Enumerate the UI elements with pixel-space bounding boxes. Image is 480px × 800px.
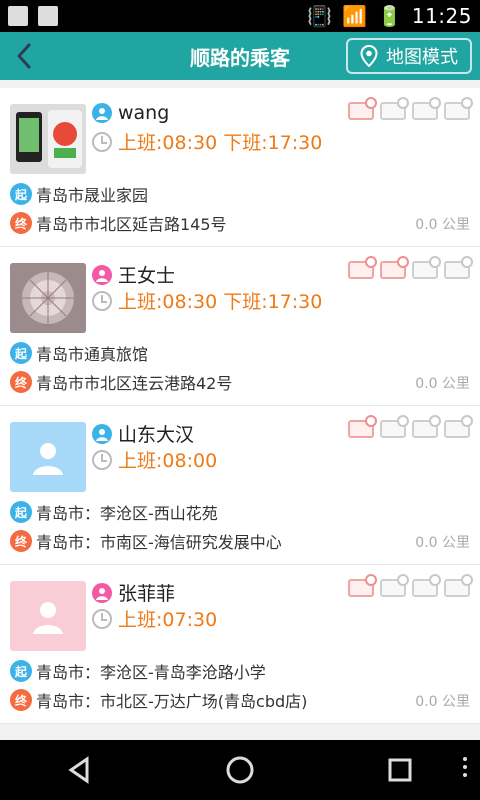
start-pin-icon: 起 (10, 183, 32, 205)
start-pin-icon: 起 (10, 501, 32, 523)
clock-time: 11:25 (411, 4, 472, 28)
commute-time: 上班:07:30 (118, 609, 218, 631)
android-navigation-bar (0, 740, 480, 800)
passenger-card[interactable]: 王女士 上班:08:30 下班:17:30 起 青岛市通真旅馆 终 青岛市市北区… (0, 247, 480, 406)
avatar[interactable] (10, 104, 86, 174)
user-icon (92, 582, 112, 603)
start-address-row: 起 青岛市：李沧区-西山花苑 (10, 500, 218, 524)
title-bar: 顺路的乘客 地图模式 (0, 32, 480, 80)
driver-license-icon (412, 415, 441, 438)
start-address-row: 起 青岛市晟业家园 (10, 182, 148, 206)
car-icon (444, 97, 473, 120)
phone-verified-icon (348, 415, 377, 438)
recent-apps-button[interactable] (380, 750, 420, 790)
phone-verified-icon (348, 256, 377, 279)
back-nav-button[interactable] (60, 750, 100, 790)
verification-badges (348, 415, 473, 438)
more-options-button[interactable] (462, 756, 468, 782)
map-mode-button[interactable]: 地图模式 (346, 38, 472, 74)
user-icon (92, 103, 112, 123)
end-pin-icon: 终 (10, 212, 32, 234)
start-pin-icon: 起 (10, 342, 32, 364)
avatar[interactable] (10, 422, 86, 492)
commute-time: 上班:08:30 下班:17:30 (118, 291, 323, 313)
id-card-icon (380, 574, 409, 597)
car-icon (444, 574, 473, 597)
start-pin-icon: 起 (10, 660, 32, 682)
passenger-card[interactable]: 山东大汉 上班:08:00 起 青岛市：李沧区-西山花苑 终 青岛市：市南区-海… (0, 406, 480, 565)
passenger-name: 张菲菲 (118, 583, 176, 605)
id-card-icon (380, 256, 409, 279)
start-address: 青岛市：李沧区-西山花苑 (36, 504, 218, 523)
distance: 0.0 公里 (415, 376, 470, 392)
car-icon (444, 256, 473, 279)
default-avatar-icon (10, 581, 86, 651)
end-address-row: 终 青岛市：市南区-海信研究发展中心 (10, 529, 282, 553)
start-address: 青岛市通真旅馆 (36, 345, 149, 364)
map-mode-label: 地图模式 (386, 47, 458, 68)
location-pin-icon (360, 45, 378, 67)
vibrate-icon: 📳 (307, 4, 333, 28)
status-bar: 📳 📶 🔋 11:25 (0, 0, 480, 32)
driver-license-icon (412, 256, 441, 279)
clock-icon (92, 290, 112, 311)
verification-badges (348, 97, 473, 120)
end-address-row: 终 青岛市：市北区-万达广场(青岛cbd店) (10, 688, 307, 712)
avatar[interactable] (10, 263, 86, 333)
end-address: 青岛市市北区延吉路145号 (36, 215, 227, 234)
distance: 0.0 公里 (415, 694, 470, 710)
start-address: 青岛市：李沧区-青岛李沧路小学 (36, 663, 266, 682)
vertical-ellipsis-icon (463, 757, 467, 777)
start-address-row: 起 青岛市通真旅馆 (10, 341, 148, 365)
id-card-icon (380, 415, 409, 438)
phone-verified-icon (348, 97, 377, 120)
end-address: 青岛市市北区连云港路42号 (36, 374, 233, 393)
passenger-name: 王女士 (118, 265, 176, 287)
passenger-card[interactable]: wang 上班:08:30 下班:17:30 起 青岛市晟业家园 终 青岛市市北… (0, 88, 480, 247)
avatar[interactable] (10, 581, 86, 651)
id-card-icon (380, 97, 409, 120)
end-address-row: 终 青岛市市北区延吉路145号 (10, 211, 227, 235)
end-pin-icon: 终 (10, 530, 32, 552)
driver-license-icon (412, 574, 441, 597)
photo-icon (10, 104, 86, 174)
distance: 0.0 公里 (415, 217, 470, 233)
photo-icon (10, 263, 86, 333)
commute-time: 上班:08:30 下班:17:30 (118, 132, 323, 154)
app-icon (38, 6, 58, 26)
user-icon (92, 264, 112, 285)
distance: 0.0 公里 (415, 535, 470, 551)
end-pin-icon: 终 (10, 371, 32, 393)
verification-badges (348, 256, 473, 279)
passenger-name: wang (118, 102, 170, 124)
driver-license-icon (412, 97, 441, 120)
wifi-icon: 📶 (342, 4, 367, 28)
square-recents-icon (388, 758, 412, 782)
passenger-card[interactable]: 张菲菲 上班:07:30 起 青岛市：李沧区-青岛李沧路小学 终 青岛市：市北区… (0, 565, 480, 724)
end-address-row: 终 青岛市市北区连云港路42号 (10, 370, 232, 394)
circle-home-icon (226, 756, 254, 784)
notification-icon (8, 6, 28, 26)
passenger-list[interactable]: wang 上班:08:30 下班:17:30 起 青岛市晟业家园 终 青岛市市北… (0, 80, 480, 740)
user-icon (92, 423, 112, 444)
home-nav-button[interactable] (220, 750, 260, 790)
end-address: 青岛市：市北区-万达广场(青岛cbd店) (36, 692, 308, 711)
clock-icon (92, 608, 112, 629)
phone-verified-icon (348, 574, 377, 597)
triangle-back-icon (68, 756, 89, 784)
start-address: 青岛市晟业家园 (36, 186, 149, 205)
commute-time: 上班:08:00 (118, 450, 218, 472)
default-avatar-icon (10, 422, 86, 492)
end-pin-icon: 终 (10, 689, 32, 711)
battery-icon: 🔋 (376, 4, 402, 28)
clock-icon (92, 449, 112, 470)
car-icon (444, 415, 473, 438)
start-address-row: 起 青岛市：李沧区-青岛李沧路小学 (10, 659, 266, 683)
clock-icon (92, 131, 112, 152)
verification-badges (348, 574, 473, 597)
end-address: 青岛市：市南区-海信研究发展中心 (36, 533, 282, 552)
passenger-name: 山东大汉 (118, 424, 195, 446)
